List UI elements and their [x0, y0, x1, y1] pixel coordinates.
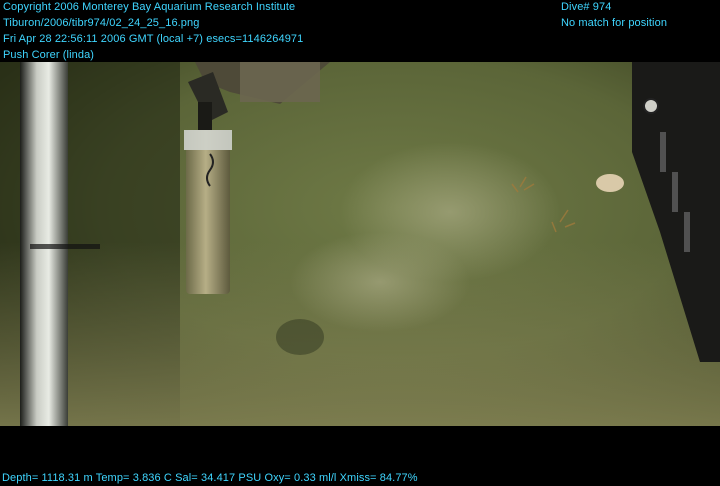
telemetry-bar: Depth= 1118.31 m Temp= 3.836 C Sal= 34.4…: [2, 472, 418, 484]
file-path-text: Tiburon/2006/tibr974/02_24_25_16.png: [3, 17, 200, 29]
copyright-text: Copyright 2006 Monterey Bay Aquarium Res…: [3, 1, 296, 13]
datetime-text: Fri Apr 28 22:56:11 2006 GMT (local +7) …: [3, 33, 304, 45]
overlay-top-right: Dive# 974 No match for position: [561, 0, 667, 31]
sponge-organism: [596, 174, 624, 192]
video-frame: Copyright 2006 Monterey Bay Aquarium Res…: [0, 0, 720, 486]
bolt-icon: [643, 98, 659, 114]
camera-label: Push Corer (linda): [3, 49, 95, 61]
overlay-top-left: Copyright 2006 Monterey Bay Aquarium Res…: [3, 0, 303, 63]
push-core-tube: [186, 130, 230, 294]
dive-number: Dive# 974: [561, 1, 612, 13]
position-status: No match for position: [561, 17, 668, 29]
seafloor-scene: [0, 62, 720, 426]
